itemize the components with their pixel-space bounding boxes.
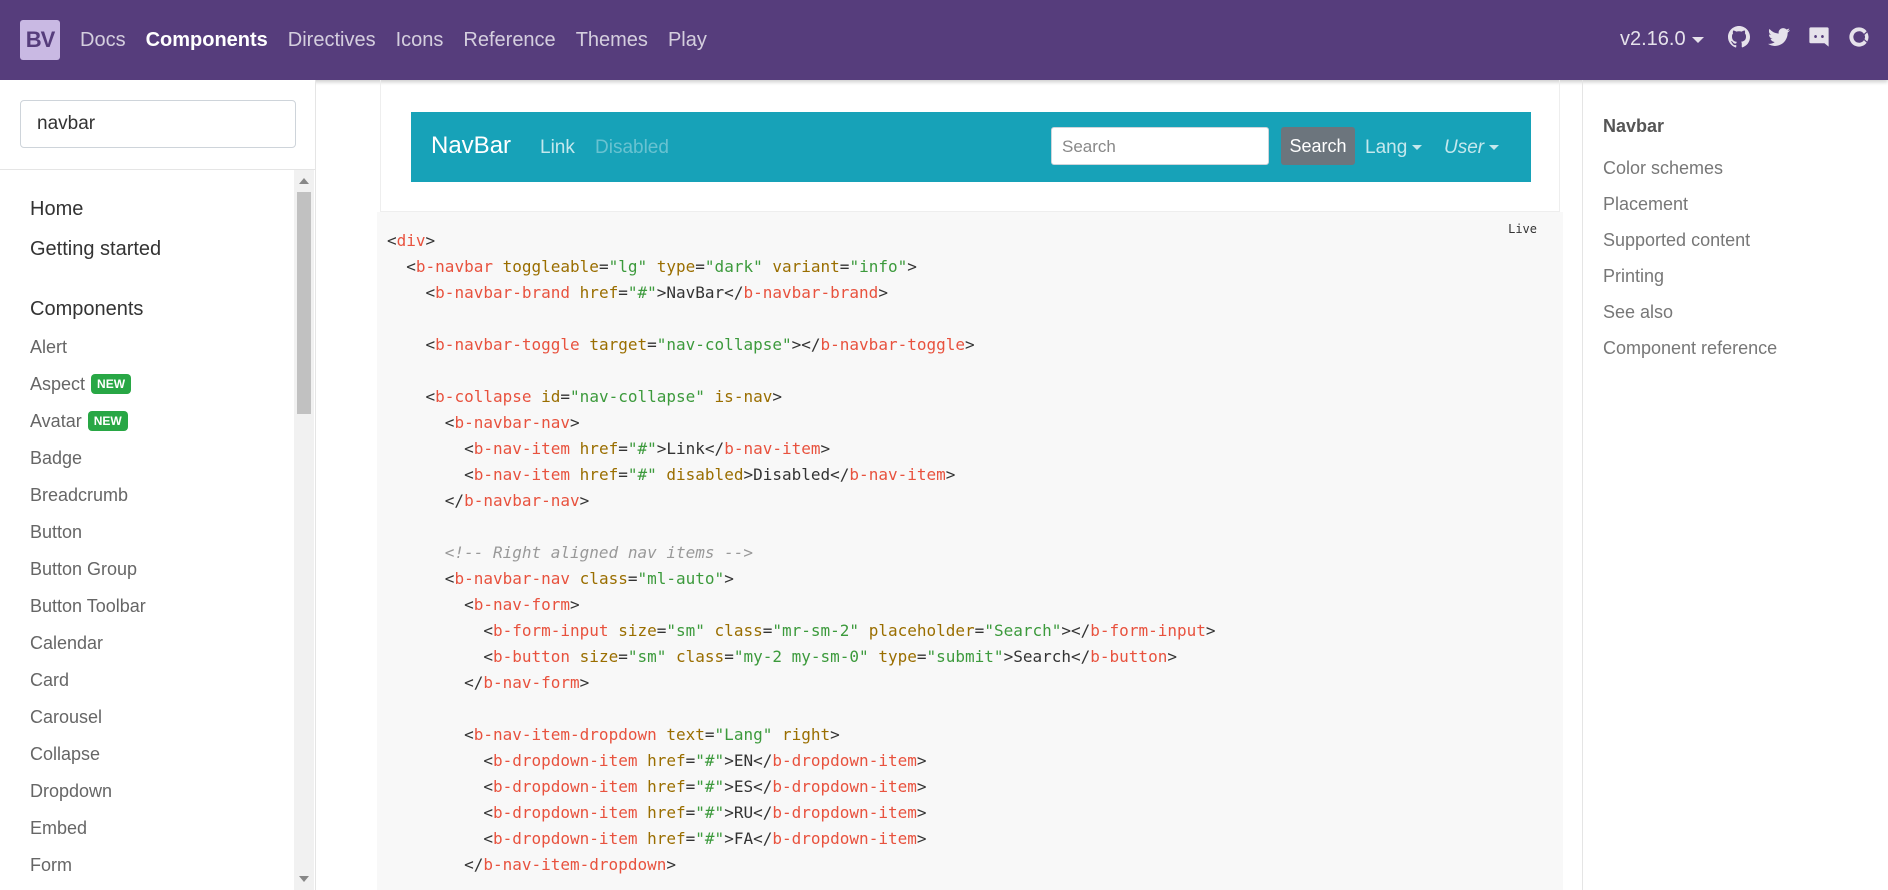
chevron-down-icon bbox=[1691, 36, 1704, 43]
github-icon[interactable] bbox=[1728, 26, 1750, 48]
sidebar-nav: Home Getting started Components Alert As… bbox=[0, 170, 316, 890]
sidebar-item-label: Avatar bbox=[30, 411, 82, 431]
version-dropdown[interactable]: v2.16.0 bbox=[1620, 28, 1704, 51]
table-of-contents: Navbar Color schemes Placement Supported… bbox=[1582, 80, 1888, 890]
code-example[interactable]: Live <div> <b-navbar toggleable="lg" typ… bbox=[377, 212, 1563, 890]
nav-docs[interactable]: Docs bbox=[70, 29, 136, 52]
sidebar-search-input[interactable] bbox=[20, 100, 296, 148]
scroll-up-arrow-icon[interactable] bbox=[299, 178, 309, 184]
sidebar-item-card[interactable]: Card bbox=[30, 670, 69, 691]
sidebar-item-home[interactable]: Home bbox=[30, 198, 83, 221]
nav-reference[interactable]: Reference bbox=[453, 29, 565, 52]
sidebar-item-calendar[interactable]: Calendar bbox=[30, 633, 103, 654]
sidebar-item-form[interactable]: Form bbox=[30, 855, 72, 876]
sidebar-item-label: Collapse bbox=[30, 744, 101, 764]
sidebar-item-label: Button bbox=[30, 522, 83, 542]
demo-search-input[interactable]: Search bbox=[1051, 127, 1269, 165]
toc-title[interactable]: Navbar bbox=[1603, 116, 1664, 137]
sidebar-heading-components[interactable]: Components bbox=[30, 298, 143, 321]
sidebar-item-label: Dropdown bbox=[30, 781, 113, 801]
demo-navbar: NavBar Link Disabled Search Search Lang … bbox=[411, 112, 1531, 182]
demo-nav-disabled: Disabled bbox=[595, 137, 669, 158]
sidebar-item-button-group[interactable]: Button Group bbox=[30, 559, 137, 580]
version-label: v2.16.0 bbox=[1620, 28, 1686, 50]
toc-item-printing[interactable]: Printing bbox=[1603, 266, 1664, 287]
sidebar-item-breadcrumb[interactable]: Breadcrumb bbox=[30, 485, 128, 506]
top-navbar: BV Docs Components Directives Icons Refe… bbox=[0, 0, 1888, 80]
demo-user-dropdown[interactable]: User bbox=[1444, 137, 1500, 159]
chevron-down-icon bbox=[1489, 145, 1500, 151]
sidebar-item-carousel[interactable]: Carousel bbox=[30, 707, 102, 728]
new-badge: NEW bbox=[87, 411, 128, 431]
discord-icon[interactable] bbox=[1808, 26, 1830, 48]
sidebar-item-label: Carousel bbox=[30, 707, 103, 727]
demo-nav-link[interactable]: Link bbox=[540, 137, 575, 159]
nav-play[interactable]: Play bbox=[658, 29, 717, 52]
bootstrap-vue-logo[interactable]: BV bbox=[20, 20, 60, 60]
sidebar-item-avatar[interactable]: Avatar NEW bbox=[30, 411, 128, 432]
scrollbar-thumb[interactable] bbox=[297, 192, 311, 414]
twitter-icon[interactable] bbox=[1768, 26, 1790, 48]
sidebar-item-label: Calendar bbox=[30, 633, 104, 653]
sidebar-item-label: Button Toolbar bbox=[30, 596, 146, 616]
toc-item-supported-content[interactable]: Supported content bbox=[1603, 230, 1750, 251]
code-content: <div> <b-navbar toggleable="lg" type="da… bbox=[387, 231, 1216, 874]
sidebar-item-label: Embed bbox=[30, 818, 88, 838]
top-nav: Docs Components Directives Icons Referen… bbox=[70, 0, 717, 80]
social-icons bbox=[1728, 26, 1888, 48]
live-label: Live bbox=[1508, 222, 1537, 236]
chevron-down-icon bbox=[1412, 145, 1423, 151]
nav-components[interactable]: Components bbox=[136, 29, 278, 52]
nav-directives[interactable]: Directives bbox=[278, 29, 386, 52]
nav-icons[interactable]: Icons bbox=[386, 29, 454, 52]
sidebar-item-label: Breadcrumb bbox=[30, 485, 129, 505]
sidebar-item-label: Badge bbox=[30, 448, 83, 468]
demo-search-button[interactable]: Search bbox=[1281, 127, 1355, 165]
toc-item-see-also[interactable]: See also bbox=[1603, 302, 1673, 323]
nav-themes[interactable]: Themes bbox=[566, 29, 658, 52]
demo-navbar-brand[interactable]: NavBar bbox=[431, 132, 511, 160]
sidebar-item-alert[interactable]: Alert bbox=[30, 337, 67, 358]
sidebar-item-embed[interactable]: Embed bbox=[30, 818, 87, 839]
sidebar-item-label: Alert bbox=[30, 337, 68, 357]
sidebar-item-label: Button Group bbox=[30, 559, 138, 579]
sidebar-item-badge[interactable]: Badge bbox=[30, 448, 82, 469]
opencollective-icon[interactable] bbox=[1848, 26, 1870, 48]
sidebar-item-getting-started[interactable]: Getting started bbox=[30, 238, 161, 261]
sidebar-scrollbar[interactable] bbox=[294, 170, 314, 890]
new-badge: NEW bbox=[91, 374, 132, 394]
toc-item-component-reference[interactable]: Component reference bbox=[1603, 338, 1777, 359]
scroll-down-arrow-icon[interactable] bbox=[299, 876, 309, 882]
sidebar-item-button[interactable]: Button bbox=[30, 522, 82, 543]
sidebar-item-button-toolbar[interactable]: Button Toolbar bbox=[30, 596, 146, 617]
sidebar-item-dropdown[interactable]: Dropdown bbox=[30, 781, 112, 802]
demo-lang-dropdown[interactable]: Lang bbox=[1365, 137, 1423, 159]
left-sidebar: Home Getting started Components Alert As… bbox=[0, 80, 316, 890]
sidebar-search-area bbox=[0, 80, 316, 170]
sidebar-item-aspect[interactable]: Aspect NEW bbox=[30, 374, 132, 395]
toc-item-placement[interactable]: Placement bbox=[1603, 194, 1688, 215]
toc-item-color-schemes[interactable]: Color schemes bbox=[1603, 158, 1723, 179]
demo-lang-label: Lang bbox=[1365, 137, 1408, 158]
sidebar-item-collapse[interactable]: Collapse bbox=[30, 744, 100, 765]
sidebar-item-label: Form bbox=[30, 855, 72, 875]
sidebar-item-label: Card bbox=[30, 670, 70, 690]
demo-user-label: User bbox=[1444, 137, 1485, 158]
sidebar-item-label: Aspect bbox=[30, 374, 86, 394]
